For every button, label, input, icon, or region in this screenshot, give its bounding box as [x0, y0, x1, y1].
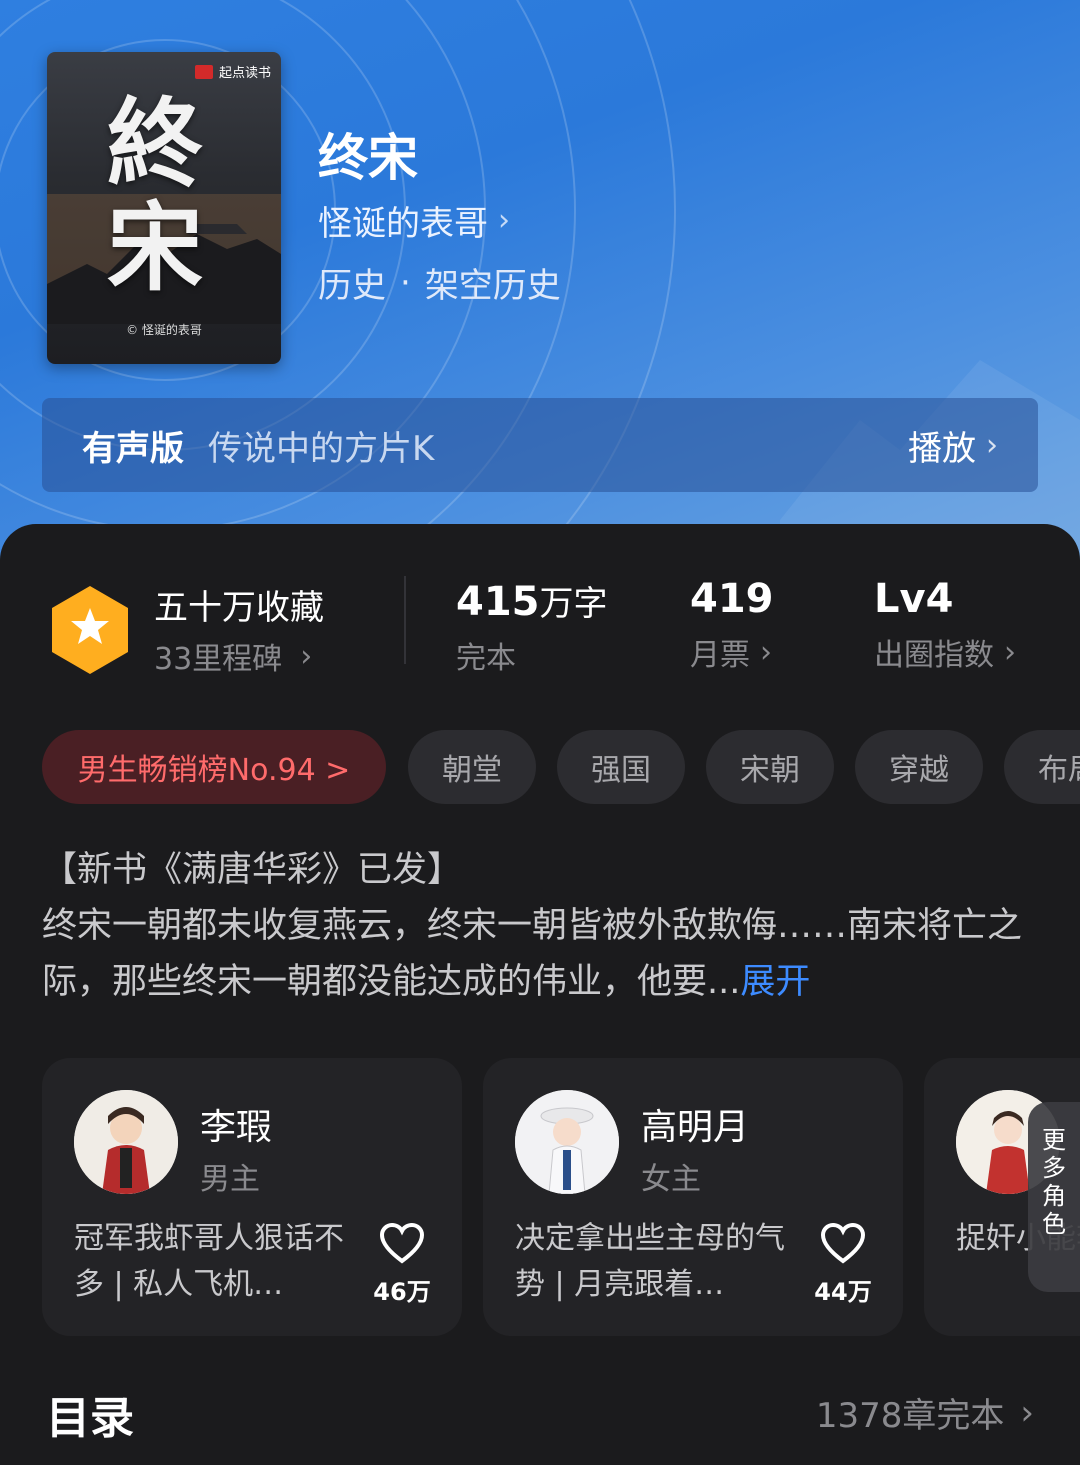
audio-version-bar[interactable]: 有声版 传说中的方片K 播放 › [42, 398, 1038, 492]
character-type: 女主 [641, 1162, 701, 1197]
tag-chip[interactable]: 宋朝 [706, 730, 834, 804]
character-type: 男主 [200, 1162, 260, 1197]
toc-title[interactable]: 目录 [46, 1382, 134, 1446]
tag-list: 男生畅销榜No.94 > 朝堂 强国 宋朝 穿越 布局 [42, 730, 1080, 804]
like-button[interactable]: 46万 [372, 1222, 432, 1307]
book-title: 终宋 [318, 129, 418, 187]
character-quote: 决定拿出些主母的气势 | 月亮跟着… [515, 1221, 785, 1302]
character-card[interactable]: 高明月 女主 决定拿出些主母的气势 | 月亮跟着… 44万 [483, 1058, 903, 1336]
like-count: 44万 [814, 1278, 872, 1306]
like-count: 46万 [373, 1278, 431, 1306]
character-name: 高明月 [641, 1107, 750, 1148]
heart-icon [820, 1222, 866, 1264]
milestone-link[interactable]: 33里程碑 › [154, 634, 312, 678]
expand-link[interactable]: 展开 [740, 962, 810, 1002]
genre[interactable]: 历史 [318, 258, 386, 307]
more-characters-button[interactable]: 更多角色 [1028, 1102, 1080, 1292]
rank-tag[interactable]: 男生畅销榜No.94 > [42, 730, 386, 804]
chevron-right-icon: › [1020, 1392, 1034, 1433]
book-cover[interactable]: 起点读书 終 宋 © 怪诞的表哥 [47, 52, 281, 364]
character-name: 李瑕 [200, 1107, 273, 1148]
cover-brand: 起点读书 [194, 62, 271, 81]
dot-separator: · [400, 262, 411, 303]
cover-author: © 怪诞的表哥 [126, 323, 202, 337]
tag-chip[interactable]: 布局 [1004, 730, 1080, 804]
character-list: 李瑕 男主 冠军我虾哥人狠话不多 | 私人飞机… 46万 高明月 女主 决定拿出… [42, 1058, 1080, 1336]
influence-index-stat[interactable]: Lv4 出圈指数 › [874, 576, 1016, 674]
chevron-right-icon: › [760, 634, 772, 670]
tag-chip[interactable]: 朝堂 [408, 730, 536, 804]
author-name: 怪诞的表哥 [318, 204, 488, 244]
character-card[interactable]: 李瑕 男主 冠军我虾哥人狠话不多 | 私人飞机… 46万 [42, 1058, 462, 1336]
chevron-right-icon: › [300, 638, 313, 674]
tag-chip[interactable]: 强国 [557, 730, 685, 804]
play-button[interactable]: 播放 › [908, 421, 998, 470]
book-header: 起点读书 終 宋 © 怪诞的表哥 终宋 怪诞的表哥 › 历史 · 架空历史 有声… [0, 0, 1080, 560]
word-count-stat: 415万字 完本 [456, 579, 608, 676]
character-avatar [515, 1090, 619, 1194]
cover-title-art: 終 宋 [107, 87, 203, 304]
collection-title: 五十万收藏 [154, 588, 324, 628]
author-link[interactable]: 怪诞的表哥 › [318, 196, 510, 245]
character-avatar [74, 1090, 178, 1194]
toc-info[interactable]: 1378章完本 › [816, 1388, 1034, 1437]
like-button[interactable]: 44万 [813, 1222, 873, 1307]
monthly-tickets-stat[interactable]: 419 月票 › [690, 576, 774, 674]
brand-logo-icon [194, 64, 213, 79]
chevron-right-icon: › [986, 427, 998, 463]
audio-narrator: 传说中的方片K [208, 428, 435, 469]
stats-divider [404, 576, 406, 664]
chevron-right-icon: › [1004, 634, 1016, 670]
chevron-right-icon: › [498, 203, 510, 238]
genre-row: 历史 · 架空历史 [318, 258, 561, 307]
character-quote: 冠军我虾哥人狠话不多 | 私人飞机… [74, 1221, 344, 1302]
heart-icon [379, 1222, 425, 1264]
book-description[interactable]: 【新书《满唐华彩》已发】 终宋一朝都未收复燕云，终宋一朝皆被外敌欺侮……南宋将亡… [42, 842, 1038, 1010]
subgenre[interactable]: 架空历史 [425, 258, 561, 307]
tag-chip[interactable]: 穿越 [855, 730, 983, 804]
collection-badge-icon [52, 586, 128, 674]
audio-label: 有声版 [82, 428, 184, 469]
